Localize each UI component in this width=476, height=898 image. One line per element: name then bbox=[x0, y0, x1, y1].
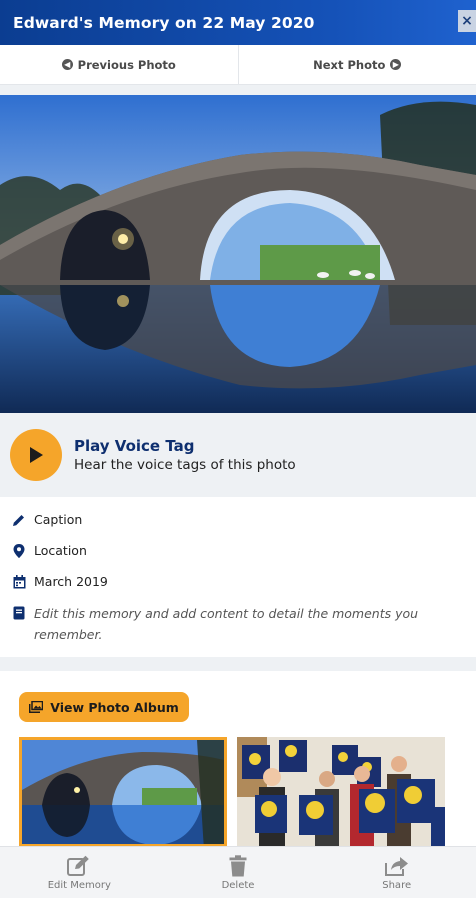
date-label: March 2019 bbox=[34, 574, 108, 589]
share-button[interactable]: Share bbox=[317, 847, 476, 898]
calendar-icon bbox=[12, 575, 26, 589]
memory-details: Caption Location March 2019 Edit this me… bbox=[0, 497, 476, 657]
edit-memory-label: Edit Memory bbox=[47, 879, 111, 891]
voice-tag-subtitle: Hear the voice tags of this photo bbox=[74, 457, 296, 473]
view-photo-album-label: View Photo Album bbox=[50, 699, 179, 715]
images-icon bbox=[29, 701, 44, 713]
book-icon bbox=[12, 606, 26, 620]
location-label: Location bbox=[34, 543, 87, 558]
trash-icon bbox=[229, 854, 247, 876]
location-row: Location bbox=[0, 542, 476, 573]
previous-photo-label: Previous Photo bbox=[77, 57, 176, 72]
delete-label: Delete bbox=[221, 879, 255, 891]
play-voice-tag-button[interactable] bbox=[10, 429, 62, 481]
app-header: Edward's Memory on 22 May 2020 × bbox=[0, 0, 476, 45]
description-text[interactable]: Edit this memory and add content to deta… bbox=[34, 603, 434, 645]
voice-tag-title[interactable]: Play Voice Tag bbox=[74, 437, 296, 455]
next-photo-button[interactable]: Next Photo ▶ bbox=[237, 45, 476, 84]
location-pin-icon bbox=[12, 544, 26, 558]
caption-row: Caption bbox=[0, 511, 476, 542]
view-photo-album-button[interactable]: View Photo Album bbox=[19, 692, 189, 722]
album-thumbnail-bridge[interactable] bbox=[19, 737, 227, 847]
photo-album-section: View Photo Album bbox=[0, 671, 476, 847]
bridge-photo-image bbox=[0, 95, 476, 413]
bridge-thumbnail-image bbox=[22, 740, 224, 844]
voice-tag-section: Play Voice Tag Hear the voice tags of th… bbox=[0, 413, 476, 497]
date-row: March 2019 bbox=[0, 573, 476, 604]
play-icon bbox=[30, 447, 43, 463]
caption-label: Caption bbox=[34, 512, 83, 527]
memory-photo[interactable] bbox=[0, 95, 476, 413]
previous-photo-button[interactable]: ◀ Previous Photo bbox=[0, 45, 238, 84]
group-painting-thumbnail-image bbox=[237, 737, 445, 847]
share-label: Share bbox=[382, 879, 412, 891]
page-title: Edward's Memory on 22 May 2020 bbox=[13, 13, 315, 32]
edit-icon bbox=[67, 855, 90, 876]
pencil-icon bbox=[12, 513, 26, 527]
chevron-right-icon: ▶ bbox=[390, 59, 402, 70]
next-photo-label: Next Photo bbox=[313, 57, 386, 72]
description-row: Edit this memory and add content to deta… bbox=[0, 604, 476, 645]
photo-navigation: ◀ Previous Photo Next Photo ▶ bbox=[0, 45, 476, 85]
edit-memory-button[interactable]: Edit Memory bbox=[0, 847, 159, 898]
share-icon bbox=[384, 856, 408, 876]
chevron-left-icon: ◀ bbox=[61, 59, 73, 70]
album-thumbnail-group-painting[interactable] bbox=[237, 737, 445, 847]
bottom-toolbar: Edit Memory Delete Share bbox=[0, 846, 476, 898]
delete-button[interactable]: Delete bbox=[159, 847, 318, 898]
close-icon[interactable]: × bbox=[458, 10, 476, 32]
